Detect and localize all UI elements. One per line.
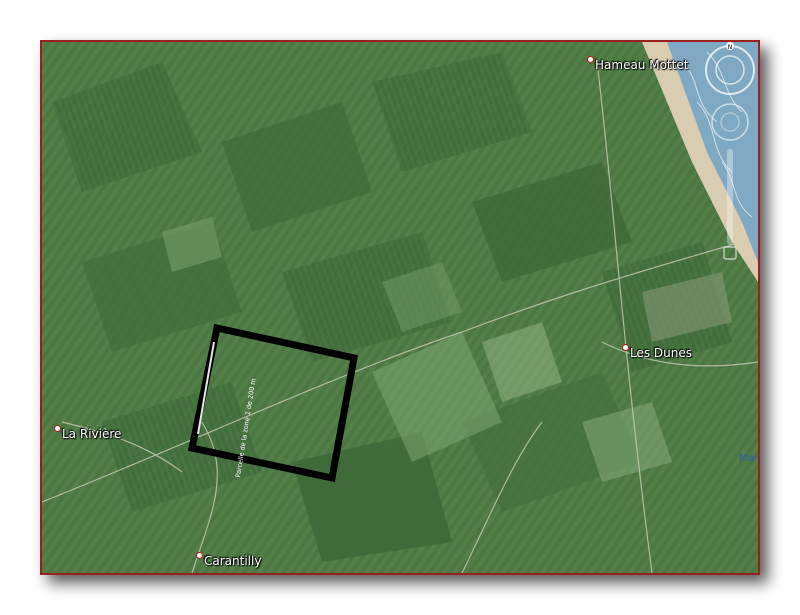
navigation-controls[interactable]: N (702, 42, 758, 282)
place-marker-icon (622, 344, 629, 351)
look-joystick-icon (711, 103, 749, 141)
place-label-hameau-mottet[interactable]: Hameau Mottet (587, 56, 688, 72)
svg-text:N: N (728, 44, 733, 51)
place-label-mar[interactable]: Mar (739, 453, 758, 464)
satellite-map-view[interactable]: Parcelle de la zone 1 de 200 m Hameau Mo… (40, 40, 760, 575)
satellite-imagery (42, 42, 758, 573)
place-marker-icon (587, 56, 594, 63)
place-label-les-dunes[interactable]: Les Dunes (622, 344, 692, 360)
zoom-slider-icon (723, 149, 737, 260)
place-label-carantilly[interactable]: Carantilly (196, 552, 261, 568)
place-marker-icon (196, 552, 203, 559)
place-marker-icon (54, 425, 61, 432)
place-label-la-riviere[interactable]: La Rivière (54, 425, 121, 441)
map-screenshot: Parcelle de la zone 1 de 200 m Hameau Mo… (0, 0, 800, 615)
